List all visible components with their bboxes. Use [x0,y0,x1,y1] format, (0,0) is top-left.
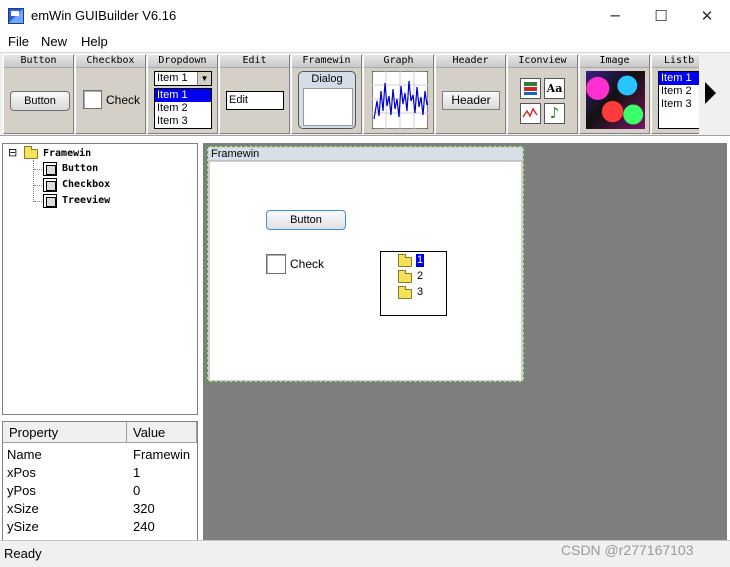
toolbar-widget-label: Image [580,55,649,68]
treeview-item[interactable]: 2 [417,270,423,283]
toolbar-dropdown-widget[interactable]: Dropdown Item 1 ▼ Item 1 Item 2 Item 3 [147,54,218,134]
tree-item-treeview[interactable]: Treeview [62,195,110,206]
checkbox-preview-box [83,90,102,109]
tree-item-framewin[interactable]: Framewin [43,148,91,159]
framewin-preview-title: Dialog [311,73,343,85]
property-value[interactable]: Framewin [133,446,190,464]
property-value[interactable]: 240 [133,518,155,536]
status-text: Ready [4,546,42,561]
maximize-icon[interactable]: ☐ [638,0,684,32]
widget-icon [43,194,57,208]
canvas-checkbox[interactable] [266,254,286,274]
widget-tree-panel: ⊟ Framewin Button Checkbox Treeview [2,143,198,415]
property-column-header[interactable]: Property [3,422,127,443]
folder-icon [398,286,412,299]
menu-bar [0,32,730,52]
toolbar-widget-label: Iconview [508,55,577,68]
close-icon[interactable]: ✕ [684,0,730,32]
treeview-item[interactable]: 3 [417,286,423,299]
widget-icon [43,162,57,176]
property-value[interactable]: 320 [133,500,155,518]
graph-preview-icon [372,71,428,129]
toolbar-widget-label: Framewin [292,55,361,68]
dropdown-preview-list: Item 1 Item 2 Item 3 [154,88,212,129]
property-name: ySize [7,519,39,534]
books-icon [520,78,541,99]
window-title: emWin GUIBuilder V6.16 [31,8,177,23]
property-name: Name [7,447,42,462]
toolbar-framewin-widget[interactable]: Framewin Dialog [291,54,362,134]
folder-icon [398,254,412,267]
menu-new[interactable]: New [41,34,67,49]
list-item: Item 1 [659,72,699,85]
folder-icon [24,146,38,159]
list-item: Item 3 [157,115,188,127]
header-preview: Header [442,91,500,110]
minimize-icon[interactable]: ─ [592,0,638,32]
checkbox-preview-label: Check [106,93,141,107]
folder-icon [398,270,412,283]
tree-connector [34,185,42,186]
property-name: yPos [7,483,36,498]
value-column-header[interactable]: Value [127,422,197,443]
toolbar-graph-widget[interactable]: Graph [363,54,434,134]
tree-connector [33,160,35,202]
property-value[interactable]: 1 [133,464,140,482]
treeview-item[interactable]: 1 [416,254,425,267]
tree-item-checkbox[interactable]: Checkbox [62,179,110,190]
chart-icon [520,103,541,124]
framewin-title[interactable]: Framewin [209,148,522,161]
toolbar-header-widget[interactable]: Header Header [435,54,506,134]
property-name: xPos [7,465,36,480]
toolbar-listbox-widget[interactable]: Listb Item 1 Item 2 Item 3 [651,54,699,134]
toolbar-iconview-widget[interactable]: Iconview Aa ♪ [507,54,578,134]
listbox-preview: Item 1 Item 2 Item 3 [658,71,699,129]
toolbar-widget-label: Dropdown [148,55,217,68]
framewin-client-area[interactable] [210,162,521,380]
toolbar-widget-label: Button [4,55,73,68]
property-value[interactable]: 0 [133,482,140,500]
framewin-preview: Dialog [298,71,356,129]
watermark: CSDN @r277167103 [561,542,694,558]
tree-connector [34,201,42,202]
framewin-preview-client [303,88,353,126]
app-icon [8,8,24,24]
edit-preview: Edit [226,91,284,110]
toolbar-button-widget[interactable]: Button Button [3,54,74,134]
music-note-icon: ♪ [544,103,565,124]
toolbar-widget-label: Checkbox [76,55,145,68]
scroll-right-icon[interactable] [705,82,716,104]
toolbar-widget-label: Listb [652,55,699,68]
list-item: Item 1 [155,89,211,102]
property-panel: Property Value Name Framewin xPos 1 yPos… [2,421,198,541]
property-name: xSize [7,501,39,516]
font-icon: Aa [544,78,565,99]
button-preview: Button [10,91,70,111]
tree-connector [34,169,42,170]
list-item: Item 3 [661,98,692,110]
canvas-checkbox-label: Check [290,257,325,271]
tree-item-button[interactable]: Button [62,163,98,174]
toolbar-image-widget[interactable]: Image [579,54,650,134]
menu-help[interactable]: Help [81,34,108,49]
canvas-button[interactable]: Button [266,210,346,230]
canvas-treeview[interactable]: 1 2 3 [380,251,447,316]
toolbar-widget-label: Edit [220,55,289,68]
image-preview [586,71,645,129]
dropdown-preview-field: Item 1 ▼ [154,71,212,86]
toolbar-edit-widget[interactable]: Edit Edit [219,54,290,134]
dropdown-preview-value: Item 1 [157,72,188,84]
menu-file[interactable]: File [8,34,29,49]
toolbar-checkbox-widget[interactable]: Checkbox Check [75,54,146,134]
widget-icon [43,178,57,192]
toolbar-widget-label: Header [436,55,505,68]
toolbar-widget-label: Graph [364,55,433,68]
list-item: Item 2 [157,102,188,114]
chevron-down-icon: ▼ [197,72,211,85]
list-item: Item 2 [661,85,692,97]
collapse-icon[interactable]: ⊟ [8,147,17,158]
